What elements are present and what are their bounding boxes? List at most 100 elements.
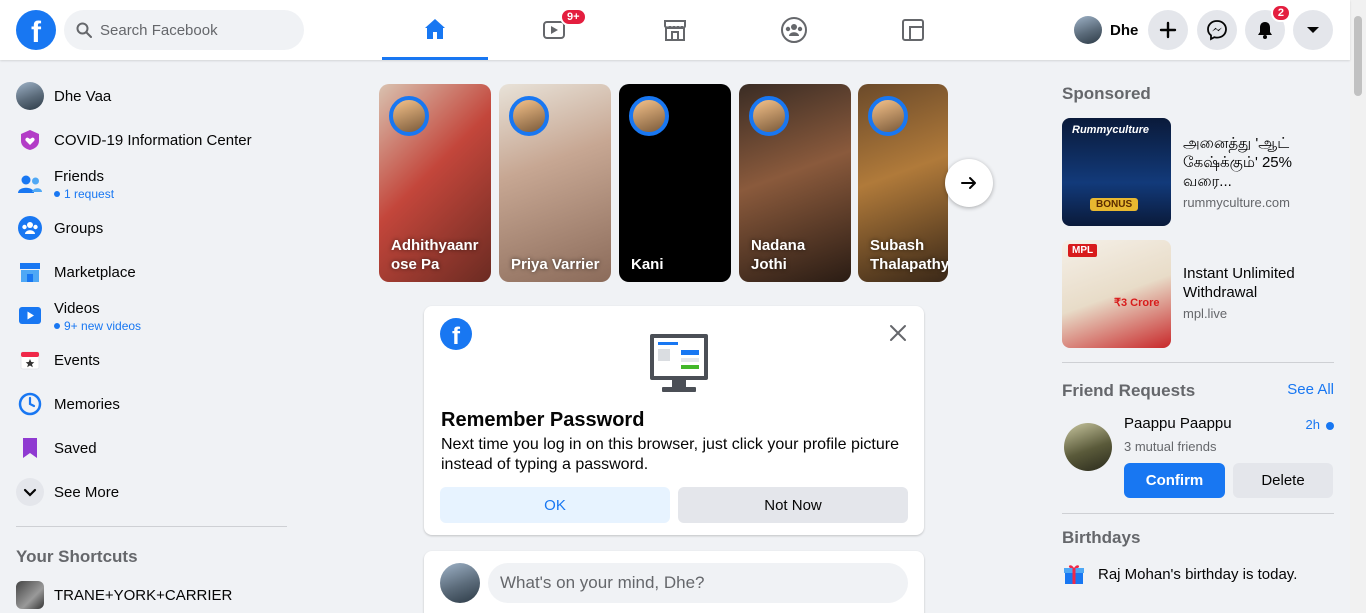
sidebar-item-label: Marketplace [54, 263, 136, 281]
sidebar-item-groups[interactable]: Groups [8, 206, 288, 250]
ad-image: Rummyculture BONUS [1062, 118, 1171, 226]
story-avatar [389, 96, 429, 136]
bookmark-icon [16, 434, 44, 462]
story-avatar [868, 96, 908, 136]
ok-button[interactable]: OK [440, 487, 670, 523]
sidebar-item-label: Friends [54, 167, 105, 185]
sidebar-item-memories[interactable]: Memories [8, 382, 288, 426]
sidebar-item-see-more[interactable]: See More [8, 470, 288, 514]
ad-domain: mpl.live [1183, 306, 1228, 321]
ad-item[interactable]: Rummyculture BONUS அனைத்து 'ஆட் கேஷ்க்கு… [1062, 118, 1334, 226]
status-input[interactable] [488, 563, 908, 603]
avatar [1074, 16, 1102, 44]
caret-down-icon [1307, 27, 1319, 33]
story-avatar [749, 96, 789, 136]
stories-next-button[interactable] [945, 159, 993, 207]
sidebar-item-label: See More [54, 483, 120, 501]
friends-request-count: 1 request [54, 187, 114, 201]
sidebar-item-marketplace[interactable]: Marketplace [8, 250, 288, 294]
facebook-logo[interactable]: f [16, 10, 56, 50]
tab-home[interactable] [382, 0, 488, 60]
scrollbar-thumb[interactable] [1354, 16, 1362, 96]
profile-chip[interactable]: Dhe [1066, 12, 1138, 48]
card-body: Next time you log in on this browser, ju… [441, 436, 899, 473]
story-card[interactable]: Priya Varrier [499, 84, 611, 282]
birthday-text: 's birthday is today. [1170, 565, 1298, 583]
mutual-friends[interactable]: 3 mutual friends [1124, 439, 1217, 454]
card-title: Remember Password [441, 409, 645, 431]
groups-icon [16, 214, 44, 242]
sidebar-item-friends[interactable]: Friends 1 request [8, 162, 288, 206]
sidebar-item-label: Saved [54, 439, 97, 457]
sidebar-item-videos[interactable]: Videos 9+ new videos [8, 294, 288, 338]
story-card[interactable]: Subash Thalapathy [858, 84, 948, 282]
ad-image-brand: MPL [1068, 244, 1098, 257]
avatar[interactable] [1064, 423, 1112, 471]
ad-image: MPL ₹3 Crore [1062, 240, 1171, 348]
marketplace-icon [16, 258, 44, 286]
sidebar-item-label: COVID-19 Information Center [54, 131, 252, 149]
avatar [16, 82, 44, 110]
sidebar-item-label: Groups [54, 219, 104, 237]
ad-item[interactable]: MPL ₹3 Crore Instant Unlimited Withdrawa… [1062, 240, 1334, 348]
story-name: Kani [631, 256, 664, 273]
friends-icon [16, 170, 44, 198]
right-rail: Sponsored Rummyculture BONUS அனைத்து 'ஆட… [1062, 70, 1334, 586]
ad-image-brand: Rummyculture [1072, 124, 1150, 136]
groups-icon [781, 17, 807, 43]
see-all-link[interactable]: See All [1287, 381, 1334, 401]
story-name: Adhithyaanr ose Pa [391, 237, 479, 273]
account-menu-button[interactable] [1293, 10, 1333, 50]
ad-headline: அனைத்து 'ஆட் கேஷ்க்கும்' 25% வரை... [1183, 135, 1292, 190]
notifications-button[interactable]: 2 [1245, 4, 1291, 50]
confirm-button[interactable]: Confirm [1124, 463, 1225, 498]
page-scrollbar[interactable] [1350, 0, 1366, 613]
tab-groups[interactable] [741, 0, 847, 60]
sidebar-item-profile[interactable]: Dhe Vaa [8, 74, 288, 118]
sidebar-item-label: Memories [54, 395, 120, 413]
shortcut-thumbnail [16, 581, 44, 609]
story-card[interactable]: Nadana Jothi [739, 84, 851, 282]
story-avatar [509, 96, 549, 136]
left-sidebar: Dhe Vaa COVID-19 Information Center Frie… [8, 74, 288, 609]
bell-icon [1258, 22, 1272, 39]
tab-marketplace[interactable] [622, 0, 728, 60]
story-card[interactable]: Kani [619, 84, 731, 282]
tab-watch[interactable]: 9+ [502, 0, 608, 60]
facebook-logo: f [440, 318, 472, 350]
plus-icon [1159, 21, 1177, 39]
search-box[interactable] [64, 10, 304, 50]
remember-password-card: f Remember Password Next time you log in… [424, 306, 924, 535]
birthdays-heading: Birthdays [1062, 528, 1141, 547]
post-composer [424, 551, 924, 613]
story-card[interactable]: Adhithyaanr ose Pa [379, 84, 491, 282]
story-avatar [629, 96, 669, 136]
birthday-name: Raj Mohan [1098, 565, 1171, 583]
video-badge: 9+ [560, 8, 587, 26]
close-button[interactable] [886, 321, 910, 345]
sponsored-heading: Sponsored [1062, 84, 1151, 103]
clock-icon [16, 390, 44, 418]
tab-gaming[interactable] [860, 0, 966, 60]
create-button[interactable] [1148, 10, 1188, 50]
ad-headline: Instant Unlimited Withdrawal [1183, 265, 1295, 301]
not-now-button[interactable]: Not Now [678, 487, 908, 523]
search-input[interactable] [100, 10, 296, 50]
stories-tray: Adhithyaanr ose Pa Priya Varrier Kani Na… [379, 84, 979, 282]
sidebar-item-covid[interactable]: COVID-19 Information Center [8, 118, 288, 162]
divider [1062, 362, 1334, 363]
home-icon [425, 18, 445, 39]
ad-domain: rummyculture.com [1183, 195, 1290, 210]
gift-icon [1064, 565, 1084, 584]
messenger-icon [1207, 20, 1227, 41]
shortcut-item[interactable]: TRANE+YORK+CARRIER [8, 581, 288, 609]
shortcuts-heading: Your Shortcuts [16, 547, 138, 566]
messenger-button[interactable] [1197, 10, 1237, 50]
video-icon [16, 302, 44, 330]
avatar [440, 563, 480, 603]
requester-name[interactable]: Paappu Paappu [1124, 415, 1232, 432]
sidebar-item-saved[interactable]: Saved [8, 426, 288, 470]
birthday-item[interactable]: Raj Mohan's birthday is today. [1062, 562, 1334, 586]
sidebar-item-events[interactable]: Events [8, 338, 288, 382]
delete-button[interactable]: Delete [1233, 463, 1333, 498]
